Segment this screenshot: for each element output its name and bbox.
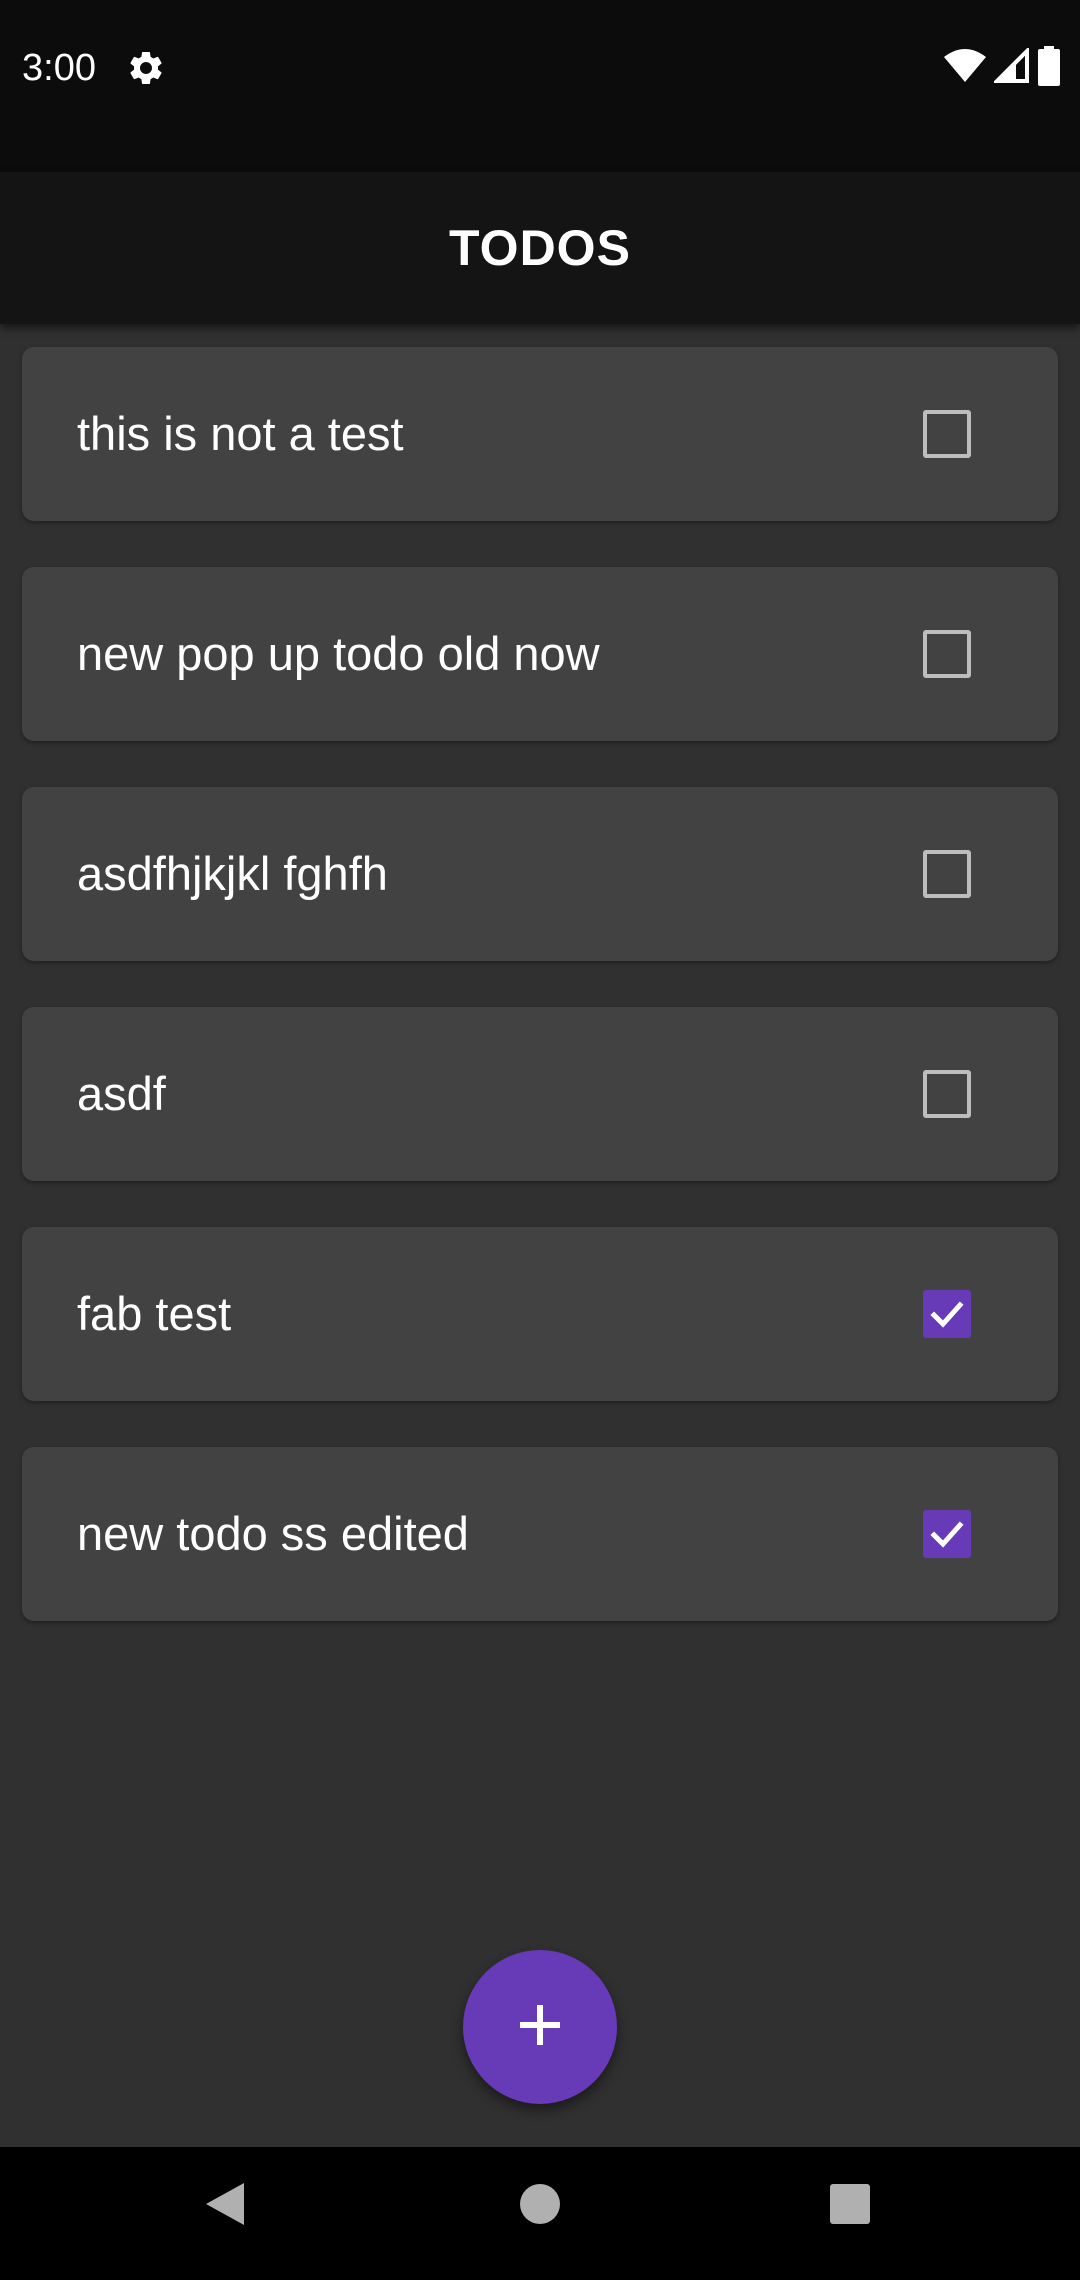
check-icon: [930, 1301, 964, 1328]
screen: 3:00 TODOS this is not a test new pop up…: [0, 0, 1080, 2280]
todo-item[interactable]: new pop up todo old now: [22, 567, 1058, 741]
app-bar: TODOS: [0, 172, 1080, 324]
check-icon: [930, 1521, 964, 1548]
todo-item[interactable]: new todo ss edited: [22, 1447, 1058, 1621]
todo-item[interactable]: asdf: [22, 1007, 1058, 1181]
todo-item[interactable]: asdfhjkjkl fghfh: [22, 787, 1058, 961]
status-time: 3:00: [22, 47, 96, 89]
todo-checkbox[interactable]: [923, 630, 971, 678]
gear-icon: [126, 48, 166, 88]
add-todo-button[interactable]: [463, 1950, 617, 2104]
todo-checkbox[interactable]: [923, 850, 971, 898]
home-icon[interactable]: [519, 2181, 561, 2232]
status-bar: 3:00: [0, 0, 1080, 172]
plus-icon: [516, 2001, 564, 2054]
todo-checkbox[interactable]: [923, 1510, 971, 1558]
todo-text: new todo ss edited: [77, 1507, 469, 1560]
status-icons: [944, 45, 1060, 91]
todo-checkbox[interactable]: [923, 410, 971, 458]
todo-list: this is not a test new pop up todo old no…: [22, 347, 1058, 1667]
page-title: TODOS: [449, 220, 631, 276]
todo-text: this is not a test: [77, 407, 404, 460]
todo-checkbox[interactable]: [923, 1070, 971, 1118]
todo-text: new pop up todo old now: [77, 627, 600, 680]
todo-text: asdf: [77, 1067, 166, 1120]
todo-checkbox[interactable]: [923, 1290, 971, 1338]
todo-item[interactable]: this is not a test: [22, 347, 1058, 521]
todo-text: fab test: [77, 1287, 232, 1340]
battery-icon: [1038, 45, 1060, 91]
back-icon[interactable]: [204, 2181, 246, 2232]
wifi-icon: [944, 48, 986, 88]
todo-text: asdfhjkjkl fghfh: [77, 847, 388, 900]
recents-icon[interactable]: [829, 2181, 871, 2232]
todo-item[interactable]: fab test: [22, 1227, 1058, 1401]
cell-signal-icon: [992, 45, 1030, 89]
